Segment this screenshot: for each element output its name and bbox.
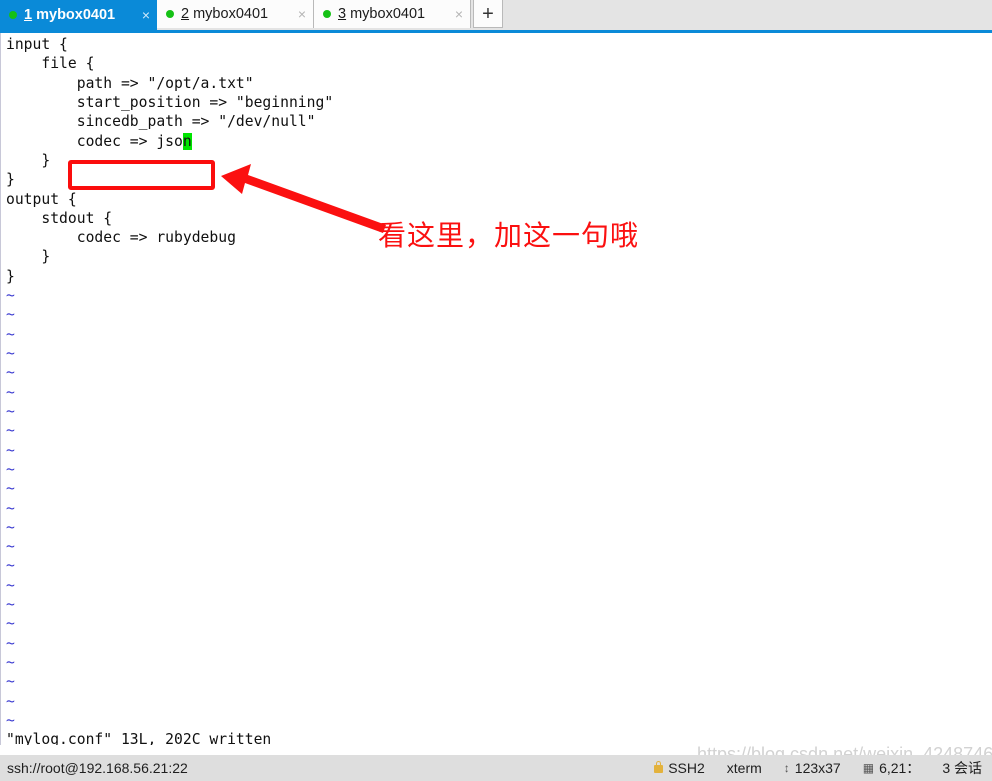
status-bar: ssh://root@192.168.56.21:22 SSH2 xterm ↕… bbox=[0, 755, 992, 781]
vim-empty-line-marker: ~ bbox=[6, 499, 15, 517]
tab-2[interactable]: 2 mybox0401 × bbox=[157, 0, 314, 28]
tab-status-dot-icon bbox=[323, 10, 331, 18]
tab-1-name: mybox0401 bbox=[32, 7, 116, 23]
vim-empty-line-marker: ~ bbox=[6, 364, 15, 382]
terminal-output: input { file { path => "/opt/a.txt" star… bbox=[6, 36, 334, 745]
tab-2-name: mybox0401 bbox=[189, 6, 269, 22]
tab-bar: 1 mybox0401 × 2 mybox0401 × 3 mybox0401 … bbox=[0, 0, 992, 30]
tab-3-close-icon[interactable]: × bbox=[455, 7, 463, 21]
tab-3[interactable]: 3 mybox0401 × bbox=[314, 0, 471, 28]
vim-empty-line-marker: ~ bbox=[6, 576, 15, 594]
vim-empty-line-marker: ~ bbox=[6, 673, 15, 691]
status-protocol-label: SSH2 bbox=[668, 760, 705, 776]
vim-empty-line-marker: ~ bbox=[6, 692, 15, 710]
vim-empty-line-marker: ~ bbox=[6, 518, 15, 536]
tab-status-dot-icon bbox=[166, 10, 174, 18]
tab-1-index: 1 bbox=[24, 7, 33, 23]
tab-2-label: 2 mybox0401 bbox=[181, 6, 294, 22]
tab-status-dot-icon bbox=[9, 11, 17, 19]
tab-3-label: 3 mybox0401 bbox=[338, 6, 451, 22]
tab-2-index: 2 bbox=[181, 6, 190, 22]
status-cursor-position: ▦ 6,21： bbox=[863, 758, 921, 778]
vim-empty-line-marker: ~ bbox=[6, 538, 15, 556]
vim-empty-line-marker: ~ bbox=[6, 306, 15, 324]
terminal-cursor: n bbox=[182, 132, 192, 150]
vim-empty-line-marker: ~ bbox=[6, 345, 15, 362]
status-protocol: SSH2 bbox=[654, 760, 705, 776]
vim-empty-line-marker: ~ bbox=[6, 287, 15, 305]
lock-icon bbox=[654, 761, 664, 773]
status-right-group: SSH2 xterm ↕ 123x37 ▦ 6,21： 3 会话 bbox=[654, 758, 992, 778]
vim-empty-line-marker: ~ bbox=[6, 325, 15, 343]
vim-empty-line-marker: ~ bbox=[6, 634, 15, 652]
resize-icon: ↕ bbox=[783, 761, 790, 775]
cursor-position-icon: ▦ bbox=[862, 761, 875, 775]
terminal-pane[interactable]: input { file { path => "/opt/a.txt" star… bbox=[0, 33, 992, 745]
vim-empty-line-marker: ~ bbox=[6, 711, 15, 729]
annotation-text: 看这里，加这一句哦 bbox=[378, 219, 640, 252]
tab-1-label: 1 mybox0401 bbox=[24, 7, 138, 23]
vim-empty-line-marker: ~ bbox=[6, 422, 15, 440]
new-tab-button[interactable]: + bbox=[473, 0, 503, 28]
tab-3-index: 3 bbox=[338, 6, 347, 22]
status-terminal-type: xterm bbox=[726, 760, 762, 776]
annotation-highlight-box bbox=[68, 160, 215, 190]
vim-empty-line-marker: ~ bbox=[6, 460, 15, 478]
vim-empty-line-marker: ~ bbox=[6, 596, 15, 614]
vim-empty-line-marker: ~ bbox=[6, 402, 15, 420]
status-connection: ssh://root@192.168.56.21:22 bbox=[7, 760, 188, 776]
tab-3-name: mybox0401 bbox=[346, 6, 426, 22]
status-cursor-position-label: 6,21： bbox=[879, 760, 921, 776]
status-dimensions-label: 123x37 bbox=[794, 760, 841, 776]
vim-empty-line-marker: ~ bbox=[6, 557, 15, 575]
vim-empty-line-marker: ~ bbox=[6, 615, 15, 633]
tab-1-close-icon[interactable]: × bbox=[142, 8, 150, 22]
status-session-count: 3 会话 bbox=[942, 760, 982, 776]
tab-1[interactable]: 1 mybox0401 × bbox=[0, 0, 157, 30]
vim-empty-line-marker: ~ bbox=[6, 441, 15, 459]
tab-2-close-icon[interactable]: × bbox=[298, 7, 306, 21]
annotation-arrow-icon bbox=[221, 164, 386, 233]
vim-empty-line-marker: ~ bbox=[6, 654, 15, 671]
vim-empty-line-marker: ~ bbox=[6, 383, 15, 401]
status-dimensions: ↕ 123x37 bbox=[784, 760, 841, 776]
vim-empty-line-marker: ~ bbox=[6, 480, 15, 498]
